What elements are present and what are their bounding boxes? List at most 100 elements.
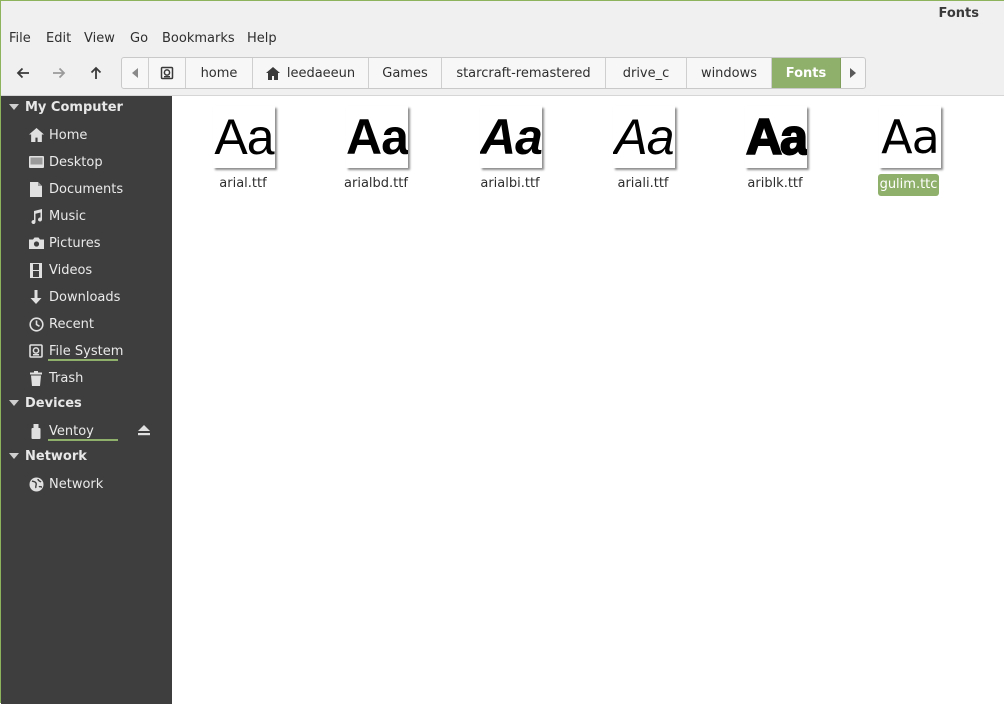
breadcrumb-leedaeeun[interactable]: leedaeeun <box>253 58 369 88</box>
back-button[interactable] <box>9 59 37 87</box>
expander-icon <box>9 103 19 110</box>
home-icon <box>28 127 44 143</box>
toolbar: home leedaeeun Games starcraft-remastere… <box>1 51 1004 96</box>
font-preview-text: Aa <box>346 109 408 165</box>
sidebar-item-videos[interactable]: Videos <box>28 259 92 281</box>
font-preview-thumbnail: Aa <box>745 106 807 168</box>
forward-button[interactable] <box>45 59 73 87</box>
section-title: Network <box>25 449 87 464</box>
font-preview-thumbnail: Aa <box>879 106 941 168</box>
file-name: arial.ttf <box>219 176 267 191</box>
file-manager-window: Fonts File Edit View Go Bookmarks Help h… <box>0 0 1004 704</box>
breadcrumb-starcraft-remastered[interactable]: starcraft-remastered <box>442 58 606 88</box>
sidebar-item-desktop[interactable]: Desktop <box>28 151 103 173</box>
file-name: arialbd.ttf <box>344 176 408 191</box>
download-arrow-icon <box>28 289 44 305</box>
file-item[interactable]: Aa arial.ttf <box>193 106 293 206</box>
usb-drive-icon <box>28 423 44 439</box>
menu-file[interactable]: File <box>9 31 31 46</box>
font-preview-text: Aa <box>480 109 542 165</box>
file-item[interactable]: Aa ariblk.ttf <box>725 106 825 206</box>
breadcrumb-windows[interactable]: windows <box>687 58 772 88</box>
breadcrumb-fonts[interactable]: Fonts <box>772 58 841 88</box>
sidebar-item-pictures[interactable]: Pictures <box>28 232 100 254</box>
sidebar-item-music[interactable]: Music <box>28 205 86 227</box>
camera-icon <box>28 235 44 251</box>
menu-bookmarks[interactable]: Bookmarks <box>162 31 235 46</box>
globe-icon <box>28 476 44 492</box>
breadcrumb-root-button[interactable] <box>149 58 186 88</box>
file-name: gulim.ttc <box>878 174 939 196</box>
file-item-selected[interactable]: Aa gulim.ttc <box>859 106 959 206</box>
font-preview-text: Aa <box>214 109 274 165</box>
menu-view[interactable]: View <box>84 31 115 46</box>
clock-icon <box>28 316 44 332</box>
sidebar-item-label: Trash <box>49 370 84 386</box>
font-preview-text: Aa <box>614 109 674 165</box>
sidebar: My Computer Home Desktop Documents Music… <box>1 96 172 704</box>
sidebar-section-devices[interactable]: Devices <box>9 396 82 411</box>
breadcrumb-drive-c[interactable]: drive_c <box>606 58 687 88</box>
drive-icon <box>28 343 44 359</box>
font-preview-thumbnail: Aa <box>346 106 408 168</box>
breadcrumb: home leedaeeun Games starcraft-remastere… <box>121 57 866 89</box>
sidebar-item-network[interactable]: Network <box>28 473 103 495</box>
sidebar-item-label: Network <box>49 476 104 492</box>
eject-button[interactable] <box>138 425 152 439</box>
breadcrumb-home[interactable]: home <box>186 58 253 88</box>
menu-bar: File Edit View Go Bookmarks Help <box>1 27 1004 51</box>
file-name: ariblk.ttf <box>747 176 803 191</box>
menu-edit[interactable]: Edit <box>46 31 71 46</box>
sidebar-item-label: Recent <box>49 316 94 332</box>
section-title: Devices <box>25 396 82 411</box>
file-item[interactable]: Aa arialbi.ttf <box>460 106 560 206</box>
menu-help[interactable]: Help <box>247 31 277 46</box>
breadcrumb-label: leedaeeun <box>286 65 356 81</box>
sidebar-item-label: Ventoy <box>49 423 94 439</box>
sidebar-item-label: Videos <box>49 262 93 278</box>
font-preview-text: Aa <box>745 109 807 165</box>
file-view[interactable]: Aa arial.ttf Aa arialbd.ttf Aa arialbi.t… <box>172 96 1004 704</box>
sidebar-item-trash[interactable]: Trash <box>28 367 83 389</box>
sidebar-item-downloads[interactable]: Downloads <box>28 286 120 308</box>
chevron-left-icon <box>132 68 138 78</box>
home-icon <box>265 66 280 80</box>
breadcrumb-scroll-left-button[interactable] <box>122 58 149 88</box>
arrow-right-icon <box>53 67 66 79</box>
ventoy-usage-bar <box>48 439 118 441</box>
font-preview-thumbnail: Aa <box>213 106 275 168</box>
arrow-left-icon <box>16 67 29 79</box>
film-icon <box>28 262 44 278</box>
sidebar-item-label: Home <box>49 127 88 143</box>
expander-icon <box>9 399 19 406</box>
file-name: ariali.ttf <box>617 176 669 191</box>
sidebar-item-label: File System <box>49 343 124 359</box>
sidebar-item-label: Desktop <box>49 154 103 170</box>
sidebar-item-label: Pictures <box>49 235 101 251</box>
breadcrumb-scroll-right-button[interactable] <box>841 58 865 88</box>
sidebar-item-label: Downloads <box>49 289 121 305</box>
sidebar-section-network[interactable]: Network <box>9 449 87 464</box>
sidebar-item-home[interactable]: Home <box>28 124 87 146</box>
sidebar-item-documents[interactable]: Documents <box>28 178 123 200</box>
window-title: Fonts <box>938 6 980 21</box>
sidebar-item-label: Documents <box>49 181 124 197</box>
menu-go[interactable]: Go <box>130 31 148 46</box>
up-button[interactable] <box>82 59 110 87</box>
title-bar[interactable]: Fonts <box>1 1 1004 27</box>
documents-icon <box>28 181 44 197</box>
chevron-right-icon <box>850 68 856 78</box>
sidebar-section-my-computer[interactable]: My Computer <box>9 100 123 115</box>
eject-icon <box>138 425 150 436</box>
sidebar-item-recent[interactable]: Recent <box>28 313 94 335</box>
font-preview-thumbnail: Aa <box>613 106 675 168</box>
drive-icon <box>160 66 174 80</box>
expander-icon <box>9 452 19 459</box>
font-preview-text: Aa <box>881 110 940 164</box>
breadcrumb-games[interactable]: Games <box>369 58 442 88</box>
sidebar-item-label: Music <box>49 208 86 224</box>
file-item[interactable]: Aa ariali.ttf <box>593 106 693 206</box>
music-icon <box>28 208 44 224</box>
file-item[interactable]: Aa arialbd.ttf <box>326 106 426 206</box>
section-title: My Computer <box>25 100 123 115</box>
